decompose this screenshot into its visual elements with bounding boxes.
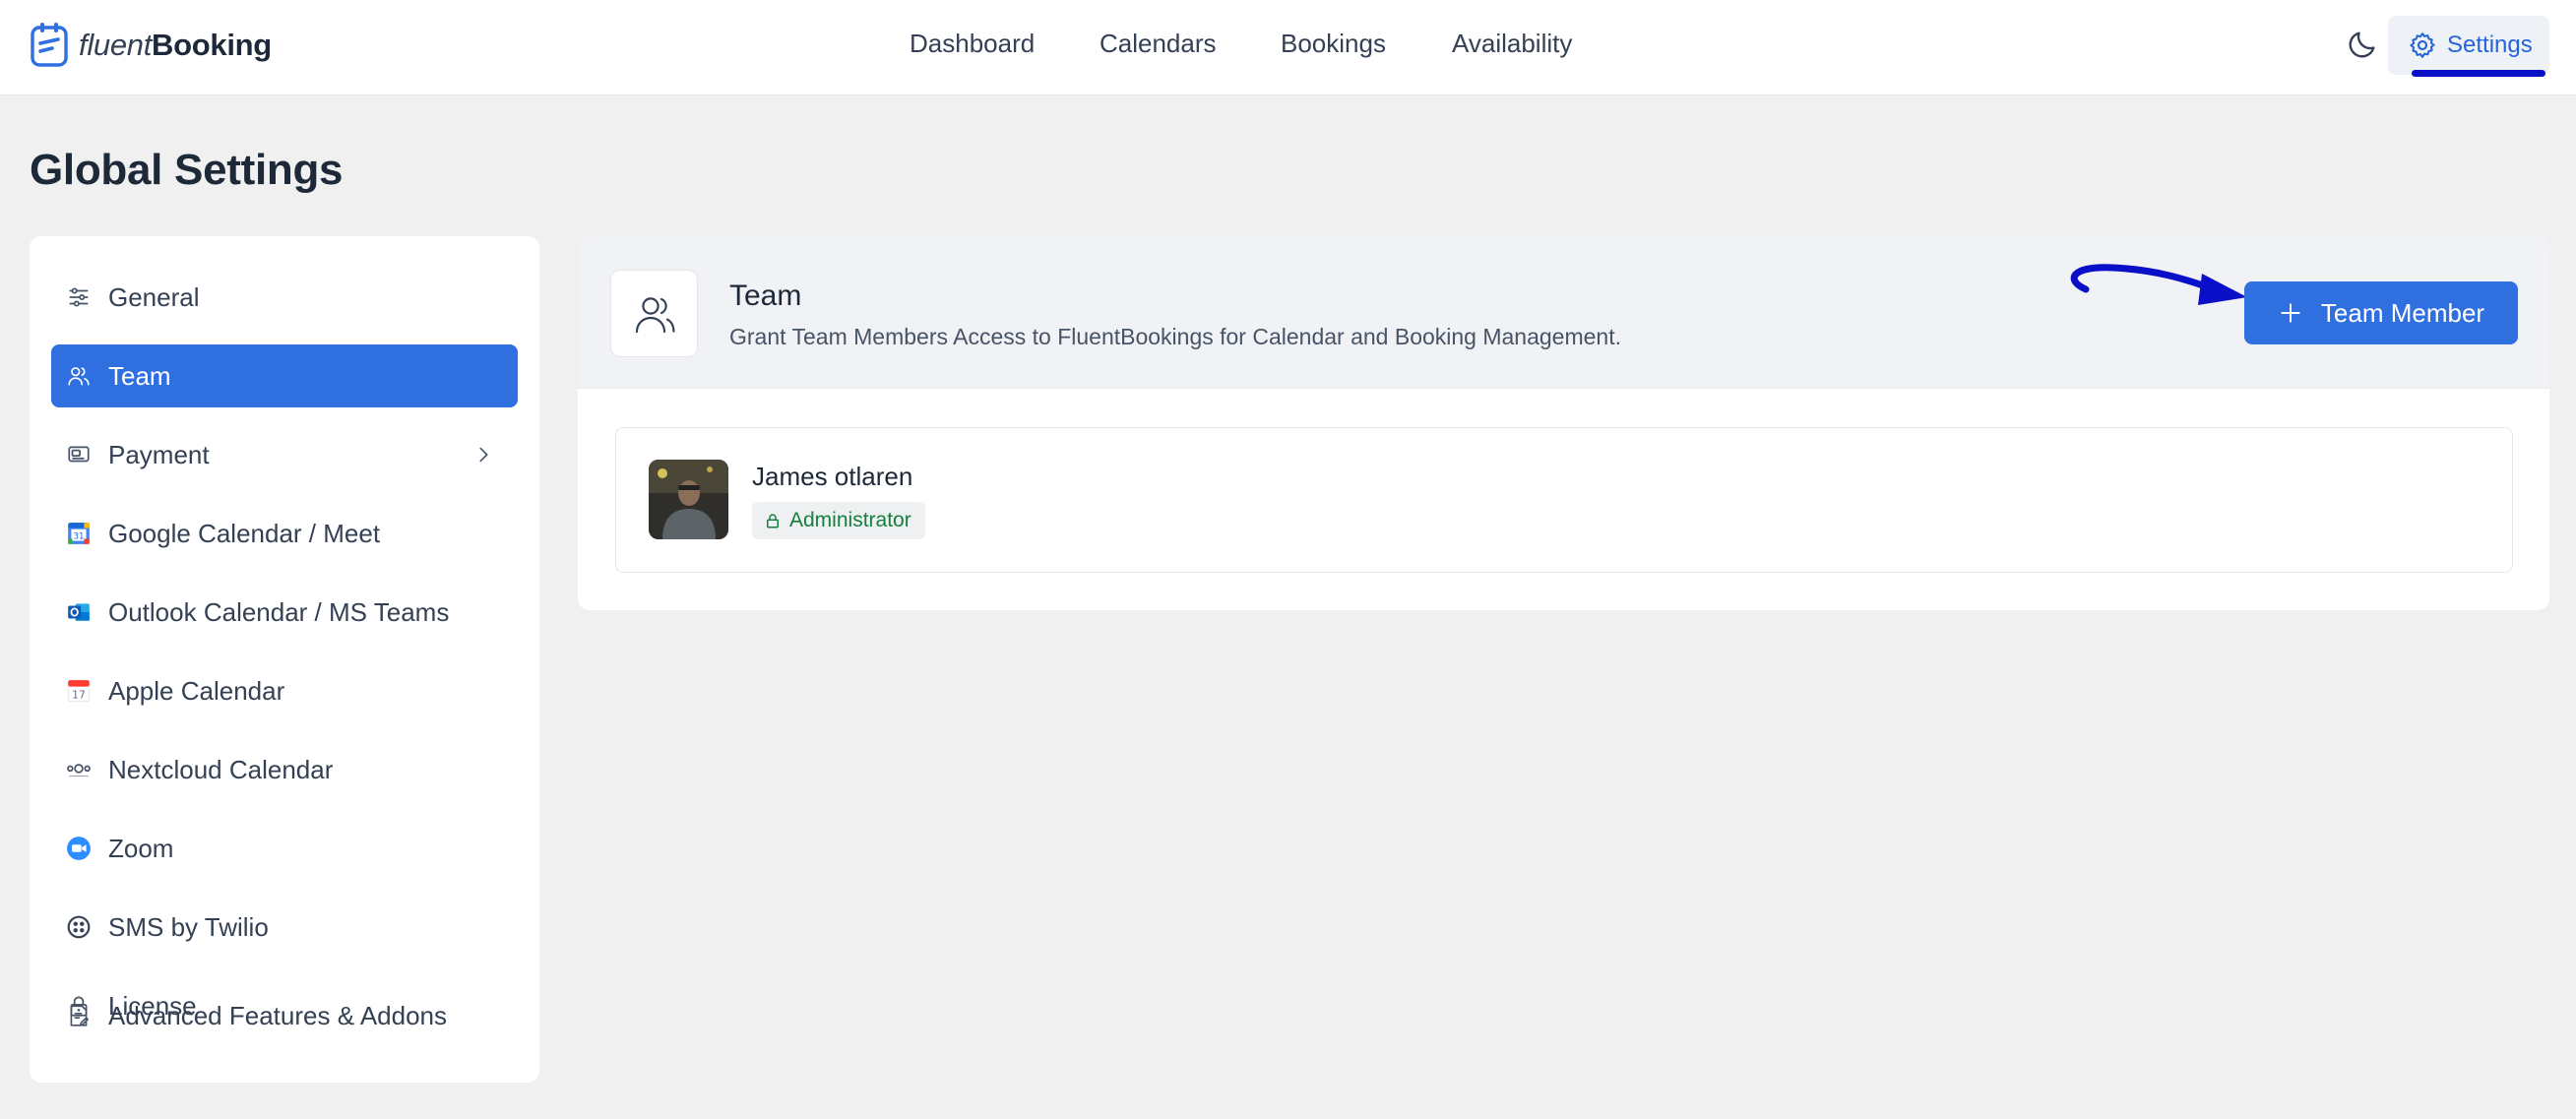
- google-calendar-icon: 31: [65, 520, 93, 547]
- sliders-icon: [65, 283, 93, 311]
- sidebar-item-zoom[interactable]: Zoom: [51, 817, 518, 880]
- svg-text:31: 31: [73, 531, 84, 541]
- sidebar-item-label: Advanced Features & Addons: [108, 1000, 448, 1030]
- nav-availability[interactable]: Availability: [1452, 29, 1572, 59]
- annotation-underline: [2412, 70, 2545, 77]
- settings-label: Settings: [2447, 31, 2533, 58]
- top-navigation-bar: fluent Booking Dashboard Calendars Bookin…: [0, 0, 2576, 95]
- sidebar-item-sms-twilio[interactable]: SMS by Twilio: [51, 896, 518, 959]
- lock-icon: [767, 514, 779, 528]
- sidebar-item-label: Google Calendar / Meet: [108, 518, 381, 548]
- sidebar-item-label: SMS by Twilio: [108, 911, 269, 942]
- users-icon: [635, 296, 674, 333]
- page-title: Global Settings: [30, 146, 344, 194]
- sidebar-item-label: Payment: [108, 439, 210, 469]
- outlook-icon: [65, 598, 93, 626]
- sidebar-item-label: Team: [108, 360, 171, 391]
- sidebar-item-label: Zoom: [108, 833, 174, 863]
- nextcloud-icon: [65, 756, 93, 783]
- nav-calendars[interactable]: Calendars: [1100, 29, 1217, 59]
- sidebar-item-nextcloud-calendar[interactable]: Nextcloud Calendar: [51, 738, 518, 801]
- logo-text-bold: Booking: [152, 28, 272, 62]
- gear-icon: [2410, 32, 2435, 58]
- fluentbooking-logo[interactable]: fluent Booking: [30, 22, 272, 69]
- settings-sidebar: General Team Payment 31 Google Calendar …: [30, 236, 539, 1083]
- sidebar-item-advanced-features[interactable]: Advanced Features & Addons: [51, 984, 518, 1047]
- zoom-icon: [65, 835, 93, 862]
- logo-text-light: fluent: [79, 28, 153, 62]
- annotation-arrow-icon: [2070, 264, 2247, 305]
- chevron-right-icon: [479, 447, 488, 463]
- avatar: [649, 460, 728, 539]
- settings-button[interactable]: Settings: [2388, 16, 2549, 75]
- sidebar-item-label: Nextcloud Calendar: [108, 754, 334, 784]
- member-name: James otlaren: [752, 462, 913, 491]
- team-icon-box: [610, 270, 698, 357]
- users-icon: [65, 362, 93, 390]
- sidebar-item-outlook-calendar[interactable]: Outlook Calendar / MS Teams: [51, 581, 518, 644]
- svg-text:17: 17: [72, 689, 86, 702]
- moon-icon[interactable]: [2346, 28, 2379, 61]
- plus-icon: [2281, 303, 2300, 323]
- sidebar-item-label: Apple Calendar: [108, 675, 285, 706]
- apple-calendar-icon: 17: [65, 677, 93, 705]
- sidebar-item-google-calendar[interactable]: 31 Google Calendar / Meet: [51, 502, 518, 565]
- sidebar-item-label: General: [108, 281, 200, 312]
- add-team-member-button[interactable]: Team Member: [2244, 281, 2518, 344]
- nav-bookings[interactable]: Bookings: [1281, 29, 1386, 59]
- addons-icon: [65, 1002, 93, 1029]
- role-badge: Administrator: [752, 502, 925, 539]
- logo-icon: [31, 23, 68, 67]
- twilio-icon: [65, 913, 93, 941]
- team-description: Grant Team Members Access to FluentBooki…: [729, 324, 1621, 349]
- team-settings-panel: Team Grant Team Members Access to Fluent…: [578, 236, 2549, 610]
- team-panel-header: Team Grant Team Members Access to Fluent…: [578, 236, 2549, 389]
- sidebar-item-label: Outlook Calendar / MS Teams: [108, 596, 450, 627]
- role-label: Administrator: [789, 509, 911, 531]
- sidebar-item-team[interactable]: Team: [51, 344, 518, 407]
- nav-dashboard[interactable]: Dashboard: [910, 29, 1035, 59]
- sidebar-item-payment[interactable]: Payment: [51, 423, 518, 486]
- sidebar-item-apple-calendar[interactable]: 17 Apple Calendar: [51, 659, 518, 722]
- sidebar-item-general[interactable]: General: [51, 266, 518, 329]
- team-title: Team: [729, 280, 802, 312]
- payment-icon: [65, 441, 93, 468]
- team-member-card[interactable]: James otlaren Administrator: [615, 427, 2513, 573]
- add-team-member-label: Team Member: [2320, 297, 2485, 328]
